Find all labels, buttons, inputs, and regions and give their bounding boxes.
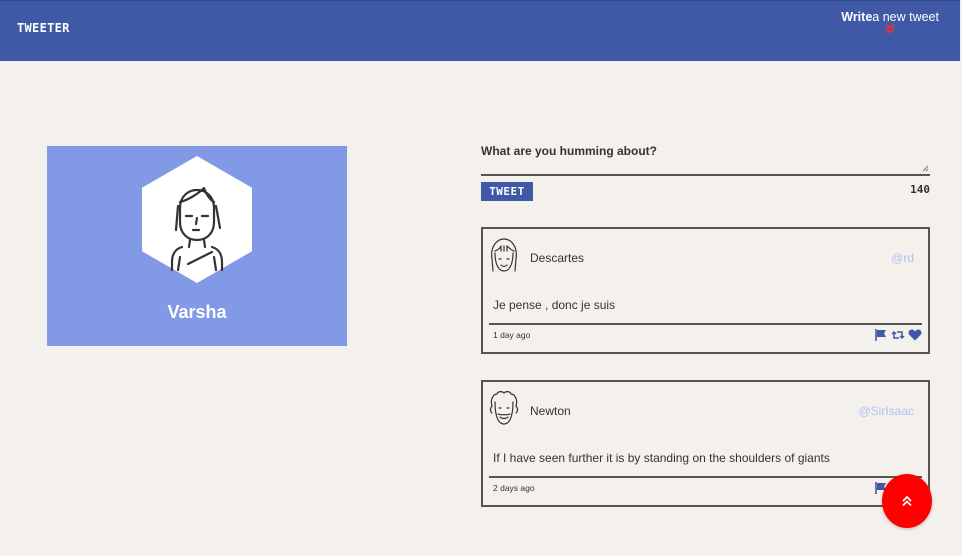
retweet-icon[interactable] <box>891 329 905 341</box>
tweet-content: If I have seen further it is by standing… <box>493 451 830 465</box>
heart-icon[interactable] <box>908 329 922 341</box>
profile-name: Varsha <box>167 302 227 322</box>
resize-grip-icon[interactable] <box>921 164 929 172</box>
tweet-handle[interactable]: @SirIsaac <box>858 404 914 418</box>
tweet-timestamp: 1 day ago <box>493 330 531 340</box>
tweet-button[interactable]: TWEET <box>481 182 533 201</box>
tweet-handle[interactable]: @rd <box>891 251 914 265</box>
author-avatar <box>491 238 517 272</box>
char-counter: 140 <box>910 183 930 196</box>
tweet-actions <box>874 329 922 341</box>
tweet-author[interactable]: Descartes <box>530 251 584 265</box>
tweet-divider <box>489 323 922 325</box>
tweet-content: Je pense , donc je suis <box>493 298 616 312</box>
compose-label: What are you humming about? <box>481 144 657 158</box>
tweet-card: Newton @SirIsaac If I have seen further … <box>481 380 930 507</box>
double-chevron-down-icon <box>885 23 895 34</box>
scroll-to-top-button[interactable] <box>882 474 932 528</box>
tweet-divider <box>489 476 922 478</box>
author-avatar <box>489 391 519 425</box>
double-chevron-up-icon <box>902 495 912 507</box>
tweet-author[interactable]: Newton <box>530 404 571 418</box>
brand-logo[interactable]: TWEETER <box>17 21 70 35</box>
write-label-bold: Write <box>841 10 873 24</box>
profile-card: Varsha <box>47 146 347 346</box>
write-label-rest: a new tweet <box>872 10 939 24</box>
tweet-timestamp: 2 days ago <box>493 483 535 493</box>
flag-icon[interactable] <box>874 329 888 341</box>
write-new-tweet-toggle[interactable]: Writea new tweet <box>841 10 939 35</box>
tweet-textarea[interactable] <box>481 160 930 176</box>
tweet-card: Descartes @rd Je pense , donc je suis 1 … <box>481 227 930 354</box>
profile-avatar <box>142 156 252 283</box>
navbar: TWEETER Writea new tweet <box>0 0 960 61</box>
